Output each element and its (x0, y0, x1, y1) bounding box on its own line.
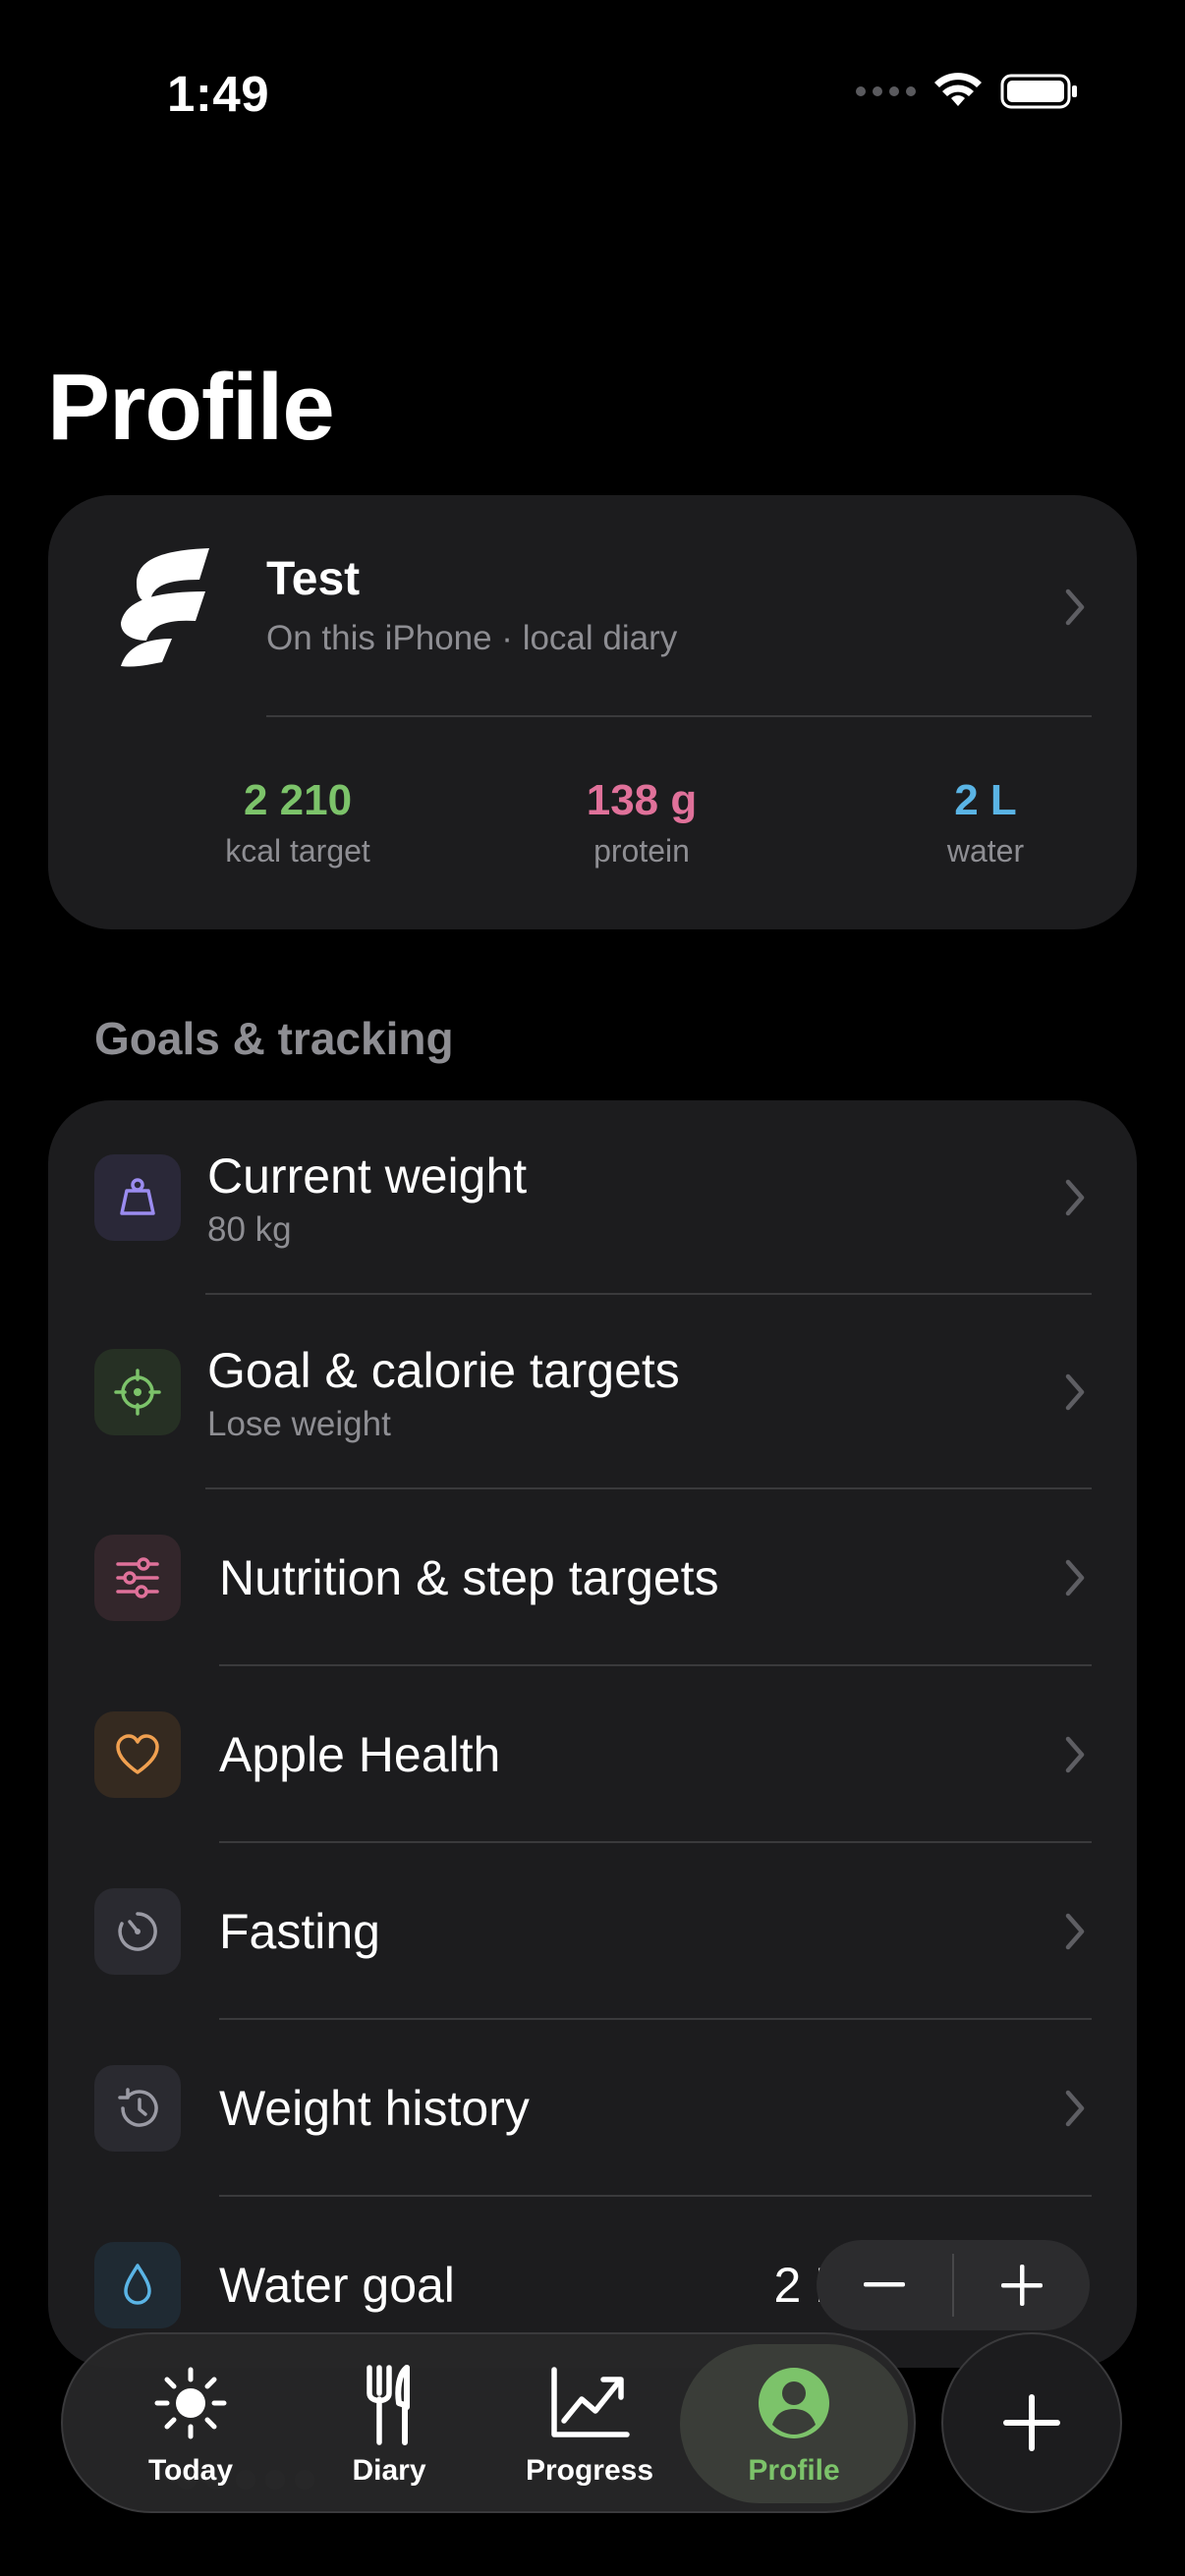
target-icon (94, 1349, 181, 1435)
wifi-icon (934, 73, 982, 106)
goals-list: Current weight 80 kg Goal & calorie targ… (48, 1100, 1137, 2368)
section-title-goals: Goals & tracking (94, 1013, 454, 1064)
tab-label: Diary (352, 2454, 426, 2487)
stat-water-value: 2 L (954, 776, 1017, 824)
battery-icon (1000, 74, 1077, 109)
row-nutrition-step[interactable]: Nutrition & step targets (48, 1489, 1137, 1666)
row-label: Current weight (207, 1148, 528, 1204)
tab-profile[interactable]: Profile (680, 2334, 908, 2511)
stat-water: 2 L water (858, 776, 1113, 869)
drop-icon (94, 2242, 181, 2328)
row-label: Weight history (219, 2081, 530, 2136)
profile-subtitle: On this iPhone · local diary (266, 619, 678, 657)
app-logo-icon (121, 548, 209, 667)
stat-kcal: 2 210 kcal target (170, 776, 425, 869)
tab-label: Today (147, 2454, 234, 2487)
row-label: Apple Health (219, 1727, 501, 1782)
chevron-right-icon (1065, 1179, 1085, 1216)
stat-protein: 138 g protein (514, 776, 769, 869)
chevron-right-icon (1065, 588, 1085, 626)
chevron-right-icon (1065, 1913, 1085, 1950)
row-label: Fasting (219, 1904, 380, 1959)
profile-screen: 1:49 Profile Test On this iPhone · local… (0, 0, 1185, 2576)
plus-icon (1001, 2265, 1043, 2306)
increment-button[interactable] (954, 2240, 1090, 2330)
chevron-right-icon (1065, 2090, 1085, 2127)
status-icons (856, 73, 1079, 110)
row-apple-health[interactable]: Apple Health (48, 1666, 1137, 1843)
tab-progress[interactable]: Progress (491, 2334, 688, 2511)
water-goal-stepper (817, 2240, 1090, 2330)
profile-divider (266, 715, 1092, 717)
chevron-right-icon (1065, 1559, 1085, 1596)
chevron-right-icon (1065, 1373, 1085, 1411)
signal-dots-icon (856, 86, 916, 96)
weight-icon (94, 1154, 181, 1241)
row-label: Goal & calorie targets (207, 1343, 680, 1398)
stat-kcal-label: kcal target (225, 833, 370, 868)
stat-protein-value: 138 g (586, 776, 698, 824)
sun-icon (154, 2367, 227, 2439)
row-weight-history[interactable]: Weight history (48, 2020, 1137, 2197)
tab-label: Profile (748, 2454, 840, 2487)
row-goal-calorie[interactable]: Goal & calorie targets Lose weight (48, 1295, 1137, 1489)
row-label: Nutrition & step targets (219, 1550, 719, 1605)
row-label: Water goal (219, 2258, 455, 2313)
history-icon (94, 2065, 181, 2152)
row-fasting[interactable]: Fasting (48, 1843, 1137, 2020)
tab-today[interactable]: Today (92, 2334, 289, 2511)
stat-protein-label: protein (593, 833, 690, 868)
chevron-right-icon (1065, 1736, 1085, 1773)
sliders-icon (94, 1535, 181, 1621)
timer-icon (94, 1888, 181, 1975)
decrement-button[interactable] (817, 2240, 952, 2330)
tab-label: Progress (525, 2454, 654, 2487)
stat-kcal-value: 2 210 (243, 776, 353, 824)
tab-bar: Today Diary Progress Profile (61, 2332, 916, 2513)
page-title: Profile (47, 355, 335, 460)
fork-knife-icon (367, 2365, 410, 2445)
person-icon (759, 2368, 829, 2438)
profile-card[interactable]: Test On this iPhone · local diary 2 210 … (48, 495, 1137, 929)
row-sublabel: 80 kg (207, 1210, 292, 1249)
row-sublabel: Lose weight (207, 1405, 391, 1443)
plus-icon (1003, 2394, 1060, 2451)
heart-icon (94, 1711, 181, 1798)
tab-diary[interactable]: Diary (291, 2334, 487, 2511)
minus-icon (864, 2282, 905, 2287)
chart-up-icon (551, 2367, 630, 2437)
add-button[interactable] (941, 2332, 1122, 2513)
row-current-weight[interactable]: Current weight 80 kg (48, 1100, 1137, 1295)
status-time: 1:49 (167, 66, 270, 122)
profile-name: Test (266, 553, 361, 605)
stat-water-label: water (946, 833, 1025, 868)
